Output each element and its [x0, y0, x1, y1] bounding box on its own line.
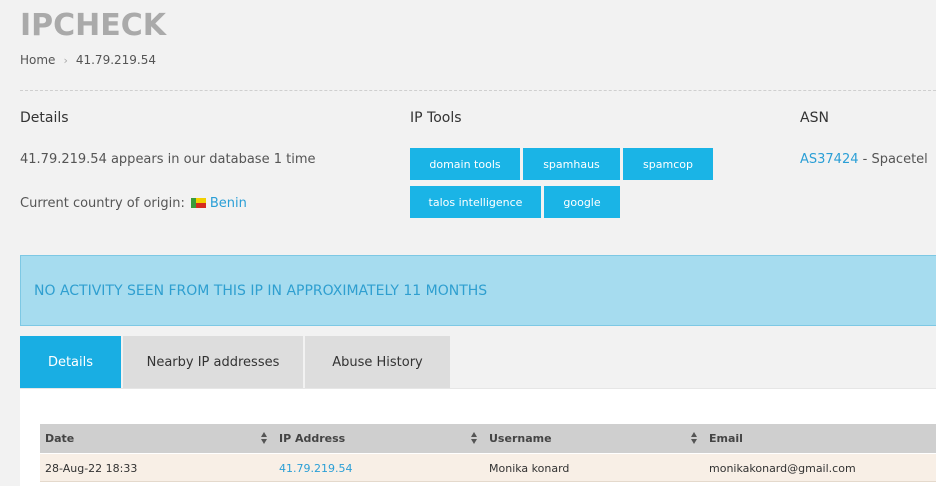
breadcrumb-current: 41.79.219.54 — [75, 53, 156, 67]
site-logo[interactable]: IPCHECK — [20, 8, 166, 43]
sort-icon[interactable] — [261, 432, 268, 444]
spamcop-button[interactable]: spamcop — [623, 148, 713, 180]
alert-text: NO ACTIVITY SEEN FROM THIS IP IN APPROXI… — [34, 282, 488, 299]
sort-icon[interactable] — [471, 432, 478, 444]
cell-username: Monika konard — [489, 461, 570, 475]
column-header-email[interactable]: Email — [704, 424, 936, 453]
cell-ip-address-link[interactable]: 41.79.219.54 — [274, 454, 484, 482]
activity-alert: NO ACTIVITY SEEN FROM THIS IP IN APPROXI… — [20, 255, 936, 326]
country-of-origin: Current country of origin: Benin — [20, 196, 247, 211]
tab-abuse-history[interactable]: Abuse History — [305, 336, 450, 388]
country-label: Current country of origin: — [20, 196, 185, 211]
benin-flag-icon — [190, 198, 206, 208]
column-header-username[interactable]: Username — [484, 424, 704, 453]
sort-icon[interactable] — [691, 432, 698, 444]
asn-info: AS37424 - Spacetel — [800, 152, 928, 167]
domain-tools-button[interactable]: domain tools — [410, 148, 520, 180]
ip-tools-heading: IP Tools — [410, 110, 462, 126]
chevron-right-icon: › — [63, 53, 68, 67]
header-divider — [20, 90, 936, 91]
spamhaus-button[interactable]: spamhaus — [523, 148, 620, 180]
details-heading: Details — [20, 110, 69, 126]
asn-name: - Spacetel — [858, 152, 928, 167]
table-row: 28-Aug-22 18:33 41.79.219.54 Monika kona… — [40, 454, 936, 482]
breadcrumb-home[interactable]: Home — [20, 53, 55, 67]
tab-nearby-ip-addresses[interactable]: Nearby IP addresses — [123, 336, 303, 388]
appearance-text: 41.79.219.54 appears in our database 1 t… — [20, 152, 316, 167]
country-link[interactable]: Benin — [210, 196, 247, 211]
column-header-ip-address[interactable]: IP Address — [274, 424, 484, 453]
asn-heading: ASN — [800, 110, 829, 126]
cell-date: 28-Aug-22 18:33 — [45, 461, 138, 475]
table-header: Date IP Address Username Email — [40, 424, 936, 453]
talos-intelligence-button[interactable]: talos intelligence — [410, 186, 541, 218]
column-header-date[interactable]: Date — [40, 424, 274, 453]
cell-email: monikakonard@gmail.com — [709, 461, 856, 475]
tab-details[interactable]: Details — [20, 336, 121, 388]
tab-bar: Details Nearby IP addresses Abuse Histor… — [20, 336, 452, 388]
breadcrumb: Home › 41.79.219.54 — [20, 53, 156, 67]
google-button[interactable]: google — [544, 186, 620, 218]
asn-link[interactable]: AS37424 — [800, 152, 859, 167]
